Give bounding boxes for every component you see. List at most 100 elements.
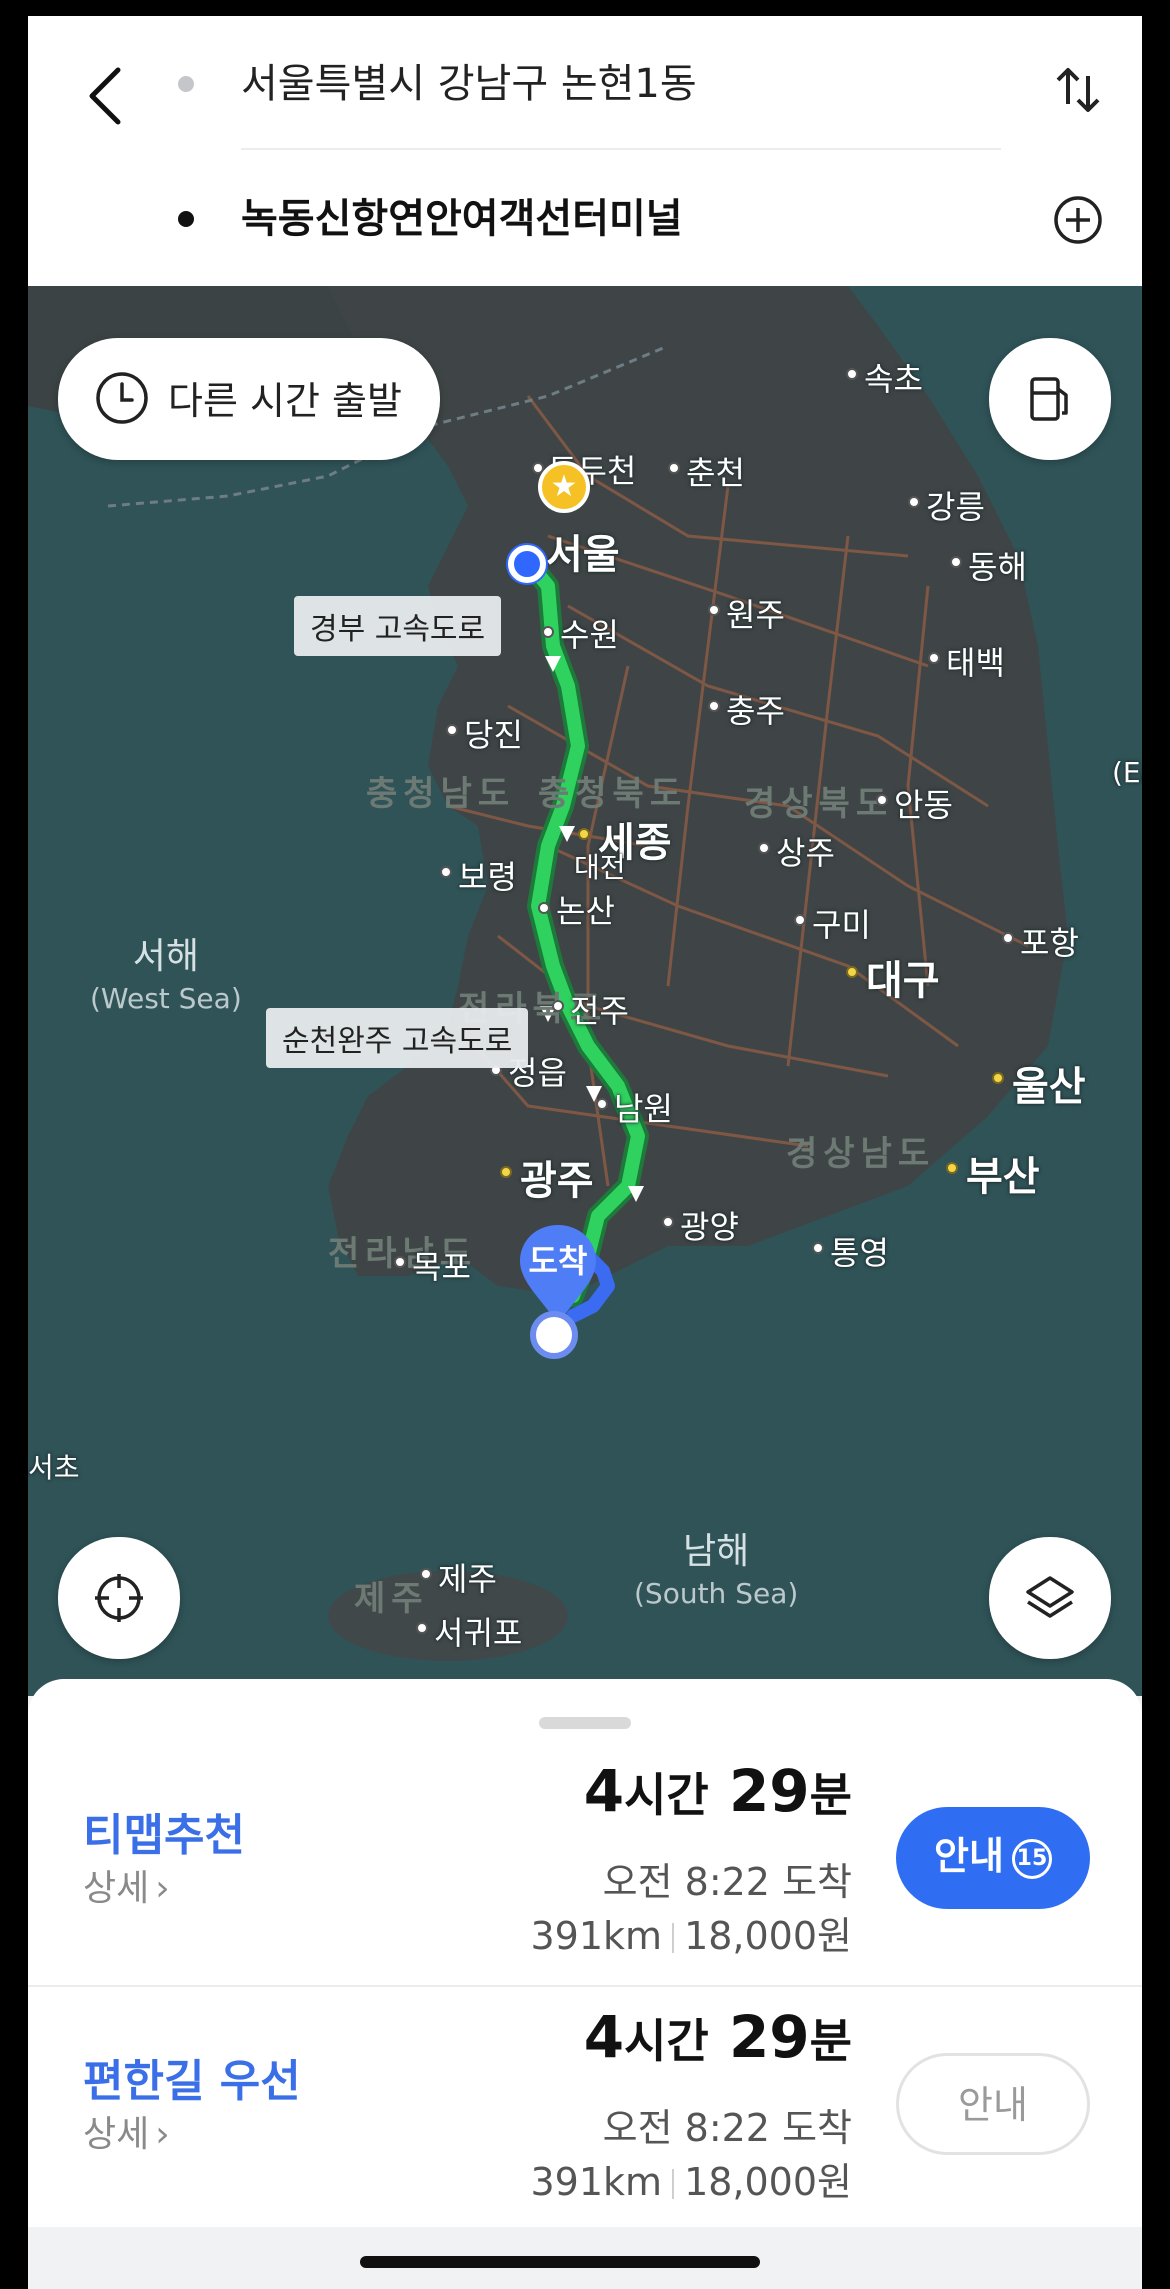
city-label: 수원	[560, 616, 619, 654]
city-label: 속초	[864, 360, 923, 398]
city-dot	[846, 368, 858, 380]
city-label: 울산	[1012, 1064, 1086, 1110]
origin-field[interactable]: 서울특별시 강남구 논현1동	[241, 56, 697, 112]
city-label: 충주	[726, 692, 785, 730]
route-duration: 4시간 29분	[583, 1757, 852, 1825]
city-dot	[758, 842, 770, 854]
city-label: 부산	[966, 1154, 1040, 1200]
divider	[241, 148, 1001, 150]
city-dot	[708, 604, 720, 616]
origin-dot-icon	[178, 76, 194, 92]
depart-time-button[interactable]: 다른 시간 출발	[58, 338, 440, 460]
route-name: 편한길 우선	[83, 2056, 301, 2107]
end-marker	[530, 1311, 578, 1359]
city-dot	[928, 652, 940, 664]
city-dot	[1002, 932, 1014, 944]
city-dot	[846, 966, 858, 978]
map-layers-button[interactable]	[989, 1537, 1111, 1659]
region-label: 충청북도	[538, 774, 688, 814]
chevron-left-icon	[89, 67, 121, 125]
city-dot	[812, 1242, 824, 1254]
screen: 서울특별시 강남구 논현1동 녹동신항연안여객선터미널 서해 (West Sea…	[28, 16, 1142, 2289]
plus-circle-icon	[1054, 196, 1102, 244]
clock-icon	[96, 372, 148, 424]
city-dot	[420, 1568, 432, 1580]
city-label: 춘천	[686, 454, 745, 492]
route-detail-link[interactable]: 상세 ›	[83, 1859, 170, 1911]
add-waypoint-button[interactable]	[1050, 190, 1106, 250]
route-distance-toll: 391km 18,000원	[530, 1914, 853, 1958]
map-view[interactable]: 서해 (West Sea) 남해 (South Sea) 충청남도 충청북도 경상북…	[28, 286, 1142, 1696]
city-label: 구미	[812, 906, 871, 944]
city-label: 당진	[464, 716, 523, 754]
destination-field[interactable]: 녹동신항연안여객선터미널	[241, 191, 683, 247]
destination-dot-icon	[178, 211, 194, 227]
city-label: 논산	[556, 892, 615, 930]
route-eta: 오전 8:22 도착	[602, 2106, 852, 2150]
city-dot	[446, 724, 458, 736]
city-label: 목포	[412, 1248, 471, 1286]
city-dot	[946, 1162, 958, 1174]
road-tag: 경부 고속도로	[294, 596, 502, 656]
city-label: 남원	[614, 1090, 673, 1128]
city-label: 전주	[570, 992, 629, 1030]
route-distance-toll: 391km 18,000원	[530, 2160, 853, 2204]
region-label: 충청남도	[366, 774, 516, 814]
back-button[interactable]	[78, 56, 138, 136]
guide-button[interactable]: 안내 15	[896, 1807, 1090, 1909]
chevron-right-icon: ›	[155, 1868, 170, 1909]
city-label: 광주	[520, 1158, 594, 1204]
current-location-button[interactable]	[58, 1537, 180, 1659]
city-label: 광양	[680, 1208, 739, 1246]
swap-arrows-icon	[1056, 68, 1100, 112]
city-dot	[542, 626, 554, 638]
origin-marker[interactable]	[508, 545, 546, 583]
city-label: 안동	[894, 786, 953, 824]
city-dot	[876, 794, 888, 806]
city-dot	[552, 1000, 564, 1012]
route-duration: 4시간 29분	[583, 2003, 852, 2071]
city-dot	[578, 828, 590, 840]
city-label: 제주	[438, 1560, 497, 1598]
fuel-station-button[interactable]	[989, 338, 1111, 460]
city-label: 동해	[968, 548, 1027, 586]
city-label: 원주	[726, 596, 785, 634]
chevron-right-icon: ›	[155, 2114, 170, 2155]
route-options-sheet: 티맵추천 상세 › 4시간 29분 오전 8:22 도착 391km 18,000원…	[28, 1679, 1142, 2289]
home-indicator[interactable]	[360, 2256, 760, 2268]
city-dot	[950, 556, 962, 568]
star-icon[interactable]: ★	[538, 461, 590, 513]
city-dot	[500, 1166, 512, 1178]
city-label: 강릉	[926, 488, 985, 526]
road-tag: 순천완주 고속도로	[266, 1008, 529, 1068]
city-dot	[416, 1622, 428, 1634]
city-dot	[440, 866, 452, 878]
city-dot	[538, 902, 550, 914]
swap-button[interactable]	[1050, 60, 1106, 120]
city-dot	[668, 462, 680, 474]
city-label: 통영	[830, 1234, 889, 1272]
sheet-handle[interactable]	[539, 1717, 631, 1729]
route-option[interactable]: 티맵추천 상세 › 4시간 29분 오전 8:22 도착 391km 18,000원…	[28, 1741, 1142, 1985]
city-dot	[794, 914, 806, 926]
guide-button[interactable]: 안내	[896, 2053, 1090, 2155]
destination-pin-label: 도착	[528, 1242, 588, 1280]
city-label: 서울	[546, 532, 620, 578]
city-label: 태백	[946, 644, 1005, 682]
countdown-badge: 15	[1011, 1839, 1052, 1879]
city-label: 상주	[776, 834, 835, 872]
region-label: 경상북도	[744, 784, 894, 824]
layers-icon	[1026, 1576, 1074, 1618]
route-header: 서울특별시 강남구 논현1동 녹동신항연안여객선터미널	[28, 16, 1142, 286]
route-name: 티맵추천	[83, 1810, 245, 1861]
city-dot	[708, 700, 720, 712]
sea-label-south: 남해 (South Sea)	[634, 1531, 799, 1610]
city-label: 대전	[574, 851, 626, 884]
city-dot	[992, 1072, 1004, 1084]
route-option[interactable]: 편한길 우선 상세 › 4시간 29분 오전 8:22 도착 391km 18,00…	[28, 1985, 1142, 2229]
gas-station-icon	[1030, 377, 1068, 421]
city-dot	[662, 1216, 674, 1228]
route-detail-link[interactable]: 상세 ›	[83, 2105, 170, 2157]
crosshair-icon	[95, 1574, 143, 1622]
region-label: 경상남도	[786, 1134, 936, 1174]
